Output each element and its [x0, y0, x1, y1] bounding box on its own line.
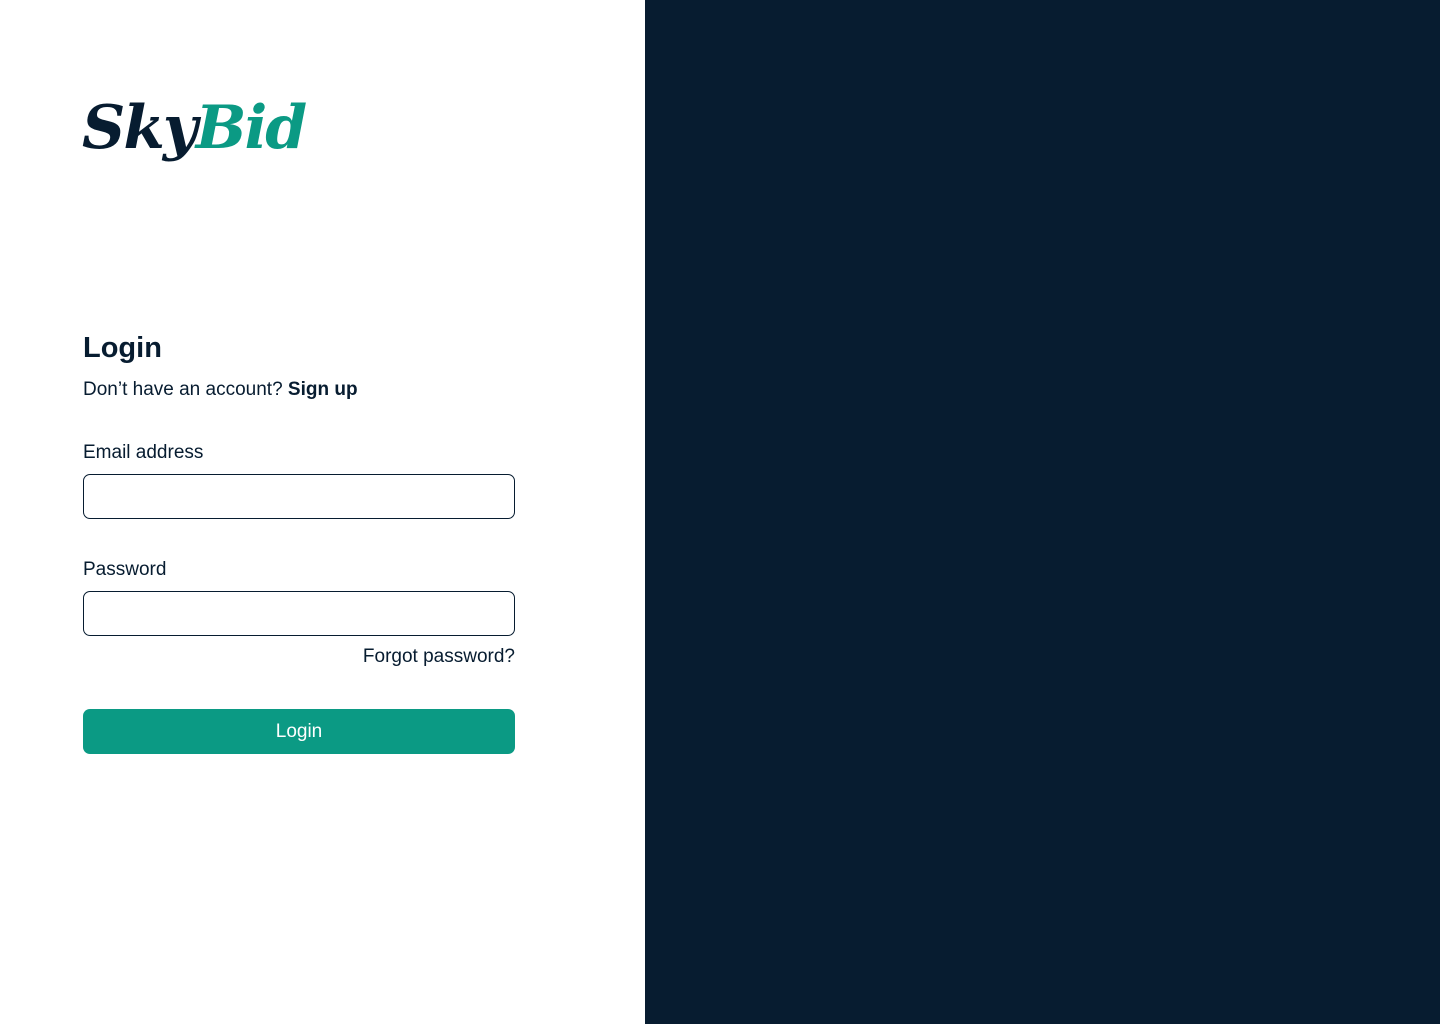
- signup-prompt-line: Don’t have an account? Sign up: [83, 378, 358, 402]
- signup-link[interactable]: Sign up: [288, 379, 358, 400]
- password-label: Password: [83, 559, 167, 580]
- logo-text-bid: Bid: [195, 93, 307, 163]
- login-button[interactable]: Login: [83, 709, 515, 754]
- logo-text-sky: Sky: [82, 93, 198, 163]
- hero-panel: [645, 0, 1440, 1024]
- skybid-logo: SkyBid: [82, 88, 307, 168]
- email-field[interactable]: [83, 474, 515, 519]
- page-title: Login: [83, 332, 162, 364]
- password-field[interactable]: [83, 591, 515, 636]
- signup-prompt-text: Don’t have an account?: [83, 379, 283, 400]
- email-label: Email address: [83, 442, 204, 463]
- forgot-password-link[interactable]: Forgot password?: [83, 645, 515, 669]
- login-panel: SkyBid Login Don’t have an account? Sign…: [0, 0, 645, 1024]
